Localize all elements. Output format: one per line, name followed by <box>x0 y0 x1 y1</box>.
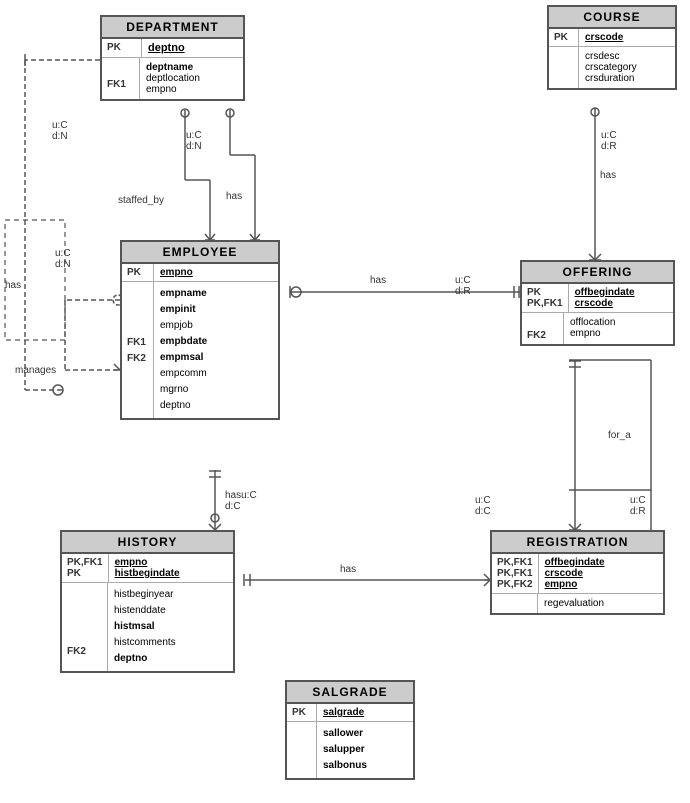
reg-pk-crscode: crscode <box>545 568 605 579</box>
hist-attr-histbeginyear: histbeginyear <box>114 587 176 603</box>
has-emp-offering-label: has <box>370 275 386 286</box>
salgrade-title: SALGRADE <box>287 682 413 704</box>
has-emp-hist-label: hasu:Cd:C <box>225 490 257 512</box>
reg-pkfk2-label: PK,FK2 <box>497 579 533 590</box>
offering-attr-empno: empno <box>570 328 615 339</box>
history-entity: HISTORY PK,FK1 PK empno histbegindate FK… <box>60 530 235 673</box>
uc-dn-dept-label: u:Cd:N <box>52 120 68 142</box>
emp-attr-empjob: empjob <box>160 318 207 334</box>
dept-attr-empno: empno <box>146 84 200 95</box>
dept-pk-label: PK <box>107 42 136 53</box>
for-a-label: for_a <box>608 430 631 441</box>
course-attr-crscategory: crscategory <box>585 62 637 73</box>
course-entity: COURSE PK crscode crsdesc crscategory cr… <box>547 5 677 90</box>
has-dept-emp-label: has <box>226 191 242 202</box>
emp-fk2-label: FK2 <box>127 351 148 367</box>
reg-attr-regevaluation: regevaluation <box>544 598 604 609</box>
emp-attr-deptno: deptno <box>160 398 207 414</box>
course-attr-crsdesc: crsdesc <box>585 51 637 62</box>
dept-attr-deptlocation: deptlocation <box>146 73 200 84</box>
emp-attr-empbdate: empbdate <box>160 334 207 350</box>
salgrade-pk-attr: salgrade <box>323 707 364 718</box>
hist-pkfk1-label: PK,FK1 <box>67 557 103 568</box>
salgrade-pk-label: PK <box>292 707 306 718</box>
course-pk-label: PK <box>554 32 568 43</box>
uc-dr-reg-label: u:Cd:R <box>630 495 646 517</box>
uc-dn-dept2-label: u:Cd:N <box>186 130 202 152</box>
course-pk-attr: crscode <box>585 32 623 43</box>
course-attr-crsduration: crsduration <box>585 73 637 84</box>
emp-fk1-label: FK1 <box>127 335 148 351</box>
has-left-label: has <box>5 280 21 291</box>
offering-pk-label: PK <box>527 287 563 298</box>
has-hist-reg-label: has <box>340 564 356 575</box>
emp-attr-empmsal: empmsal <box>160 350 207 366</box>
salgrade-attr-sallower: sallower <box>323 726 367 742</box>
salgrade-attr-salupper: salupper <box>323 742 367 758</box>
hist-attr-histmsal: histmsal <box>114 619 176 635</box>
emp-attr-mgrno: mgrno <box>160 382 207 398</box>
registration-entity: REGISTRATION PK,FK1 PK,FK1 PK,FK2 offbeg… <box>490 530 665 615</box>
offering-pk-offbegindate: offbegindate <box>575 287 635 298</box>
offering-pk-crscode: crscode <box>575 298 635 309</box>
emp-pk-attr: empno <box>160 267 193 278</box>
reg-pk-empno: empno <box>545 579 605 590</box>
salgrade-attr-salbonus: salbonus <box>323 758 367 774</box>
history-title: HISTORY <box>62 532 233 554</box>
department-entity: DEPARTMENT PK deptno FK1 deptname deptlo… <box>100 15 245 101</box>
manages-label: manages <box>15 365 56 376</box>
employee-entity: EMPLOYEE PK empno FK1 FK2 empname empini… <box>120 240 280 420</box>
hist-pk-histbegindate: histbegindate <box>115 568 180 579</box>
uc-dr-offering-label1: u:Cd:R <box>455 275 471 297</box>
course-title: COURSE <box>549 7 675 29</box>
hist-attr-histenddate: histenddate <box>114 603 176 619</box>
staffed-by-label: staffed_by <box>118 195 164 206</box>
reg-pk-offbegindate: offbegindate <box>545 557 605 568</box>
erd-diagram: DEPARTMENT PK deptno FK1 deptname deptlo… <box>0 0 690 803</box>
reg-pkfk1-label2: PK,FK1 <box>497 568 533 579</box>
emp-attr-empcomm: empcomm <box>160 366 207 382</box>
offering-pkfk1-label: PK,FK1 <box>527 298 563 309</box>
dept-fk1-label: FK1 <box>107 79 126 90</box>
has-course-offering-label: has <box>600 170 616 181</box>
department-title: DEPARTMENT <box>102 17 243 39</box>
uc-dn-emp-label: u:Cd:N <box>55 248 71 270</box>
emp-attr-empname: empname <box>160 286 207 302</box>
emp-attr-empinit: empinit <box>160 302 207 318</box>
dept-pk-attr: deptno <box>148 42 185 54</box>
employee-title: EMPLOYEE <box>122 242 278 264</box>
offering-fk2-label: FK2 <box>527 330 546 341</box>
reg-pkfk1-label1: PK,FK1 <box>497 557 533 568</box>
emp-pk-label: PK <box>127 267 141 278</box>
hist-pk-empno: empno <box>115 557 180 568</box>
registration-title: REGISTRATION <box>492 532 663 554</box>
dept-attr-deptname: deptname <box>146 62 200 73</box>
hist-fk2-label: FK2 <box>67 646 86 657</box>
offering-attr-offlocation: offlocation <box>570 317 615 328</box>
hist-attr-deptno: deptno <box>114 651 176 667</box>
salgrade-entity: SALGRADE PK salgrade sallower salupper s… <box>285 680 415 780</box>
uc-dr-course-label: u:Cd:R <box>601 130 617 152</box>
hist-attr-histcomments: histcomments <box>114 635 176 651</box>
offering-entity: OFFERING PK PK,FK1 offbegindate crscode … <box>520 260 675 346</box>
offering-title: OFFERING <box>522 262 673 284</box>
hist-pk-label: PK <box>67 568 103 579</box>
uc-dc-reg-label: u:Cd:C <box>475 495 491 517</box>
